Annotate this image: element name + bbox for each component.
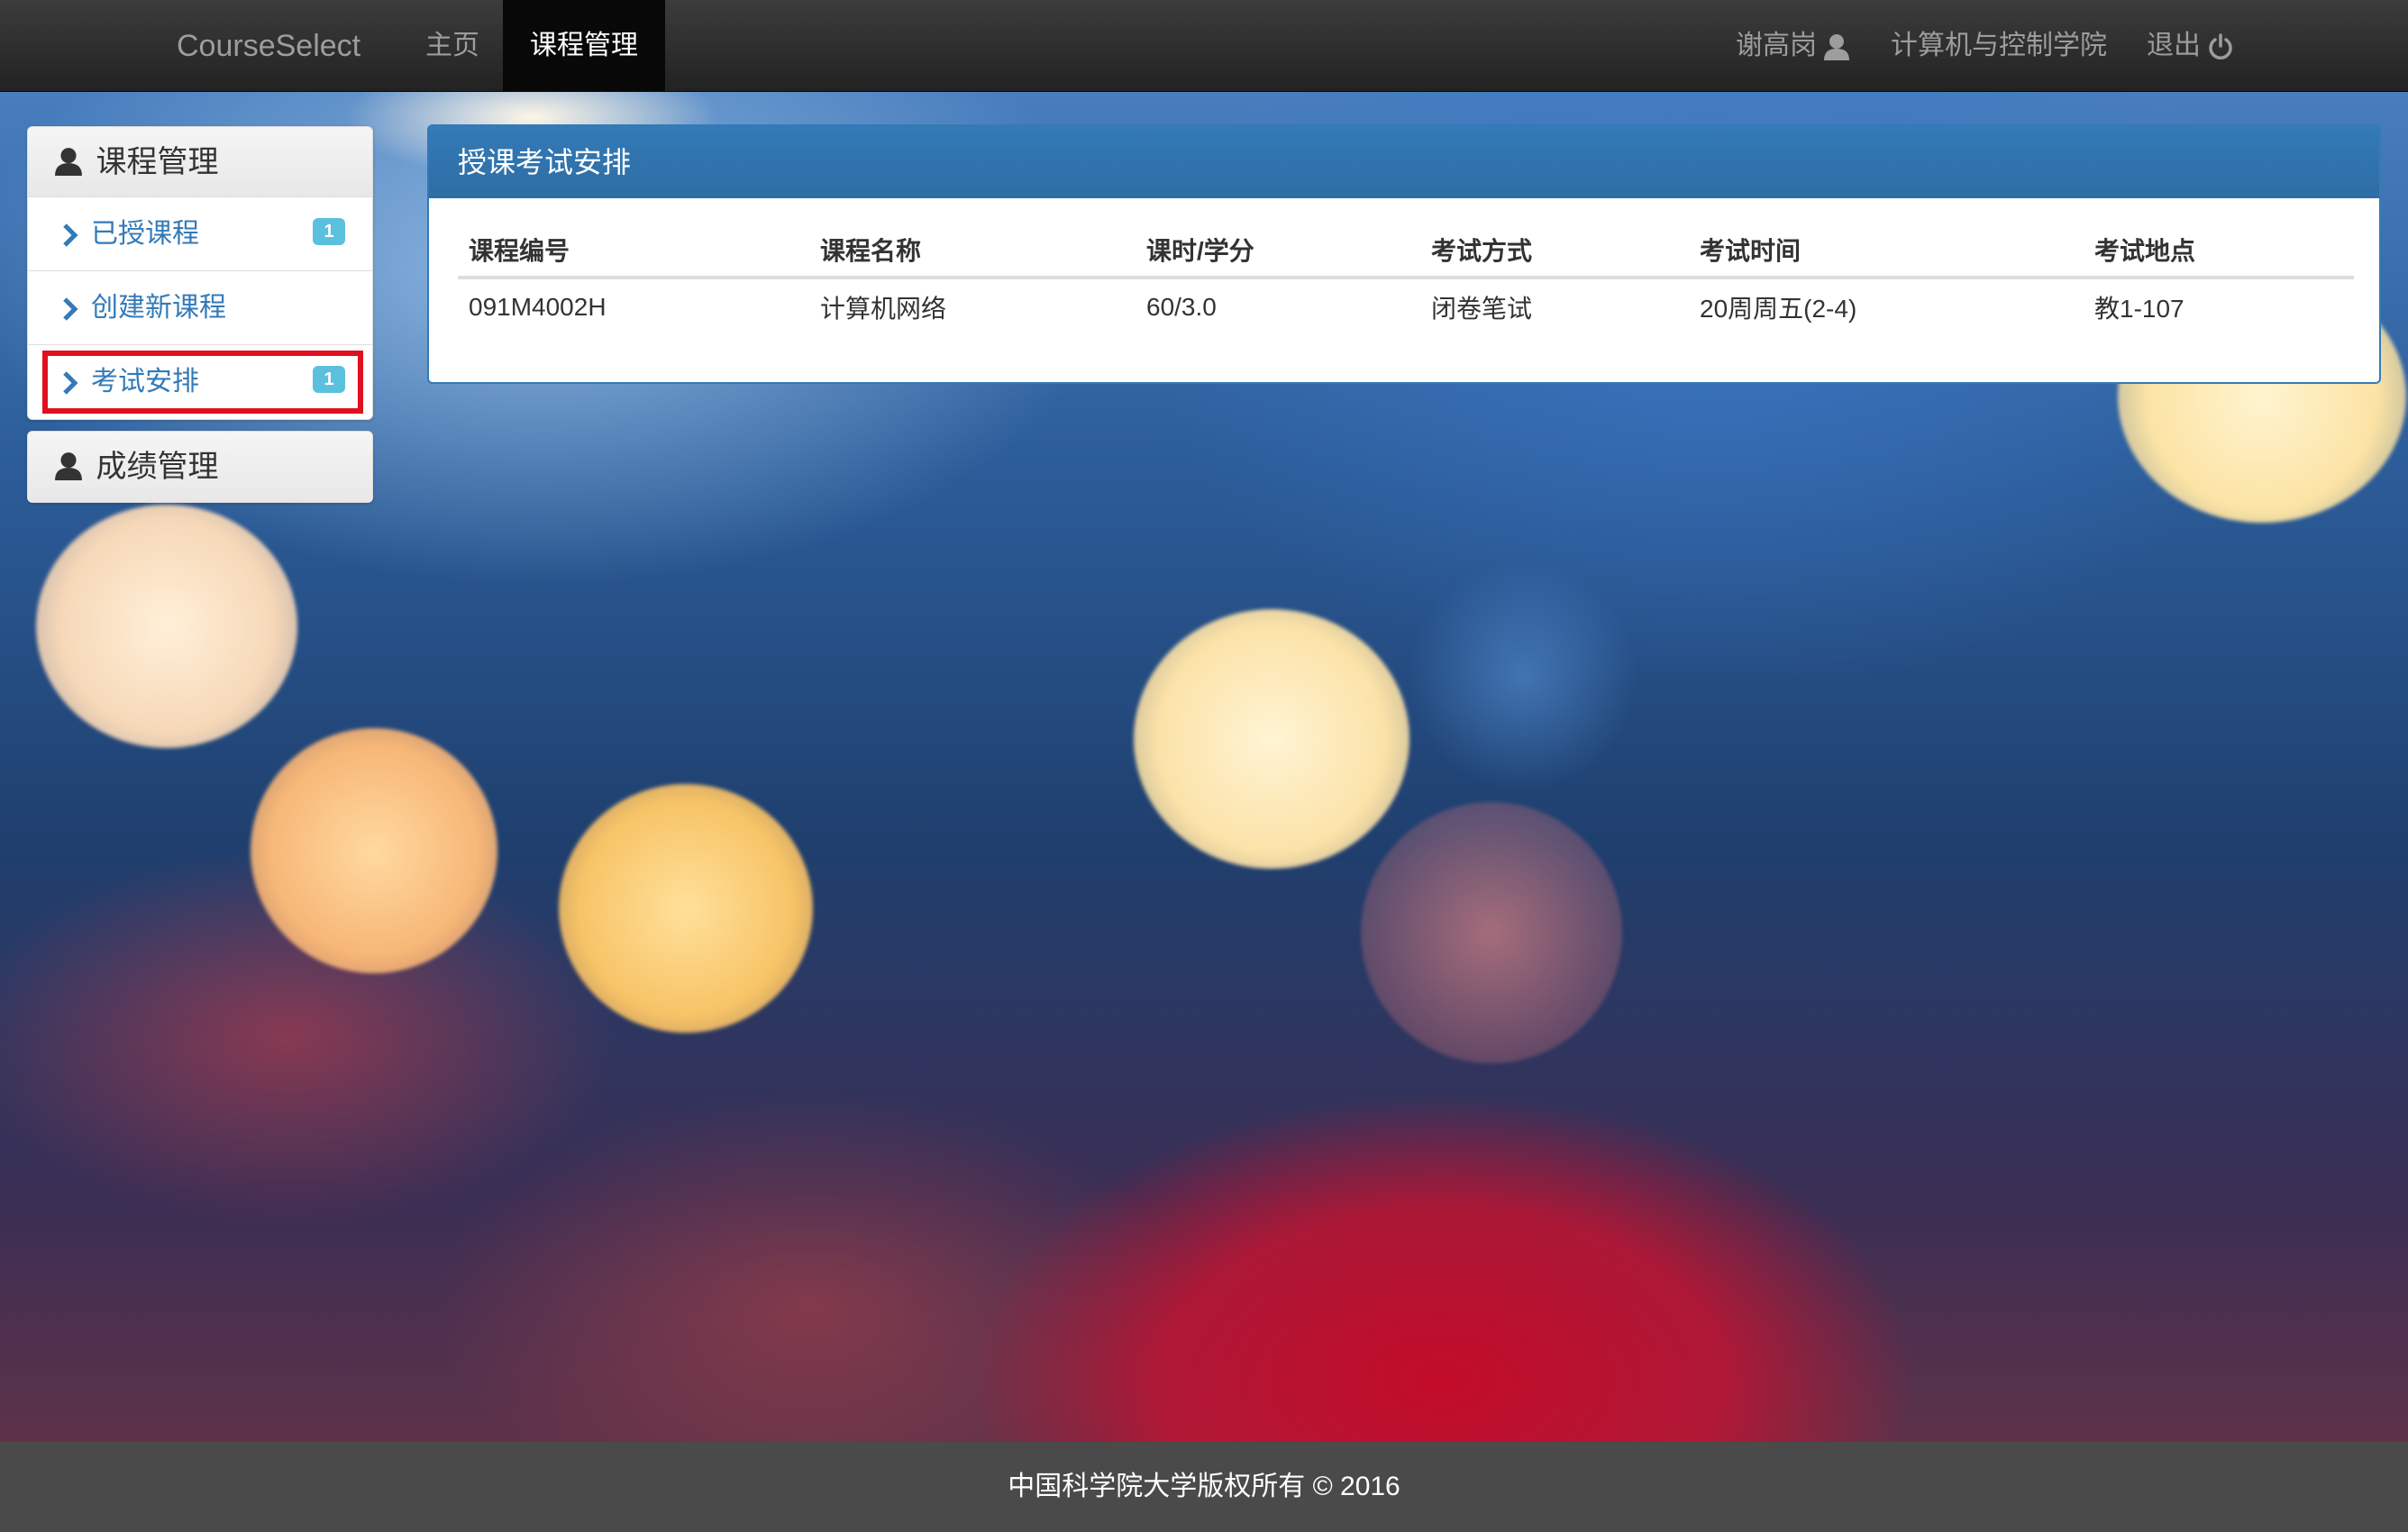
nav-home[interactable]: 主页: [398, 0, 506, 92]
sidebar-item-label: 创建新课程: [91, 293, 226, 323]
course-name-cell: 计算机网络: [809, 277, 1136, 335]
user-icon: [55, 452, 82, 481]
exam-method-cell: 闭卷笔试: [1420, 277, 1689, 335]
exam-schedule-table: 课程编号 课程名称 课时/学分 考试方式 考试时间 考试地点 091M4002H…: [458, 223, 2354, 335]
top-navbar: CourseSelect 主页 课程管理 谢高岗 计算机与控制学院 退出: [0, 0, 2408, 92]
bokeh-light: [1134, 609, 1409, 869]
grade-management-header[interactable]: 成绩管理: [28, 432, 372, 502]
sidebar-item-label: 已授课程: [91, 219, 199, 249]
bokeh-light: [251, 728, 497, 973]
panel-title: 授课考试安排: [429, 126, 2379, 198]
power-icon: [2209, 33, 2233, 59]
chevron-right-icon: [63, 297, 78, 321]
logout-link[interactable]: 退出: [2147, 0, 2233, 92]
table-row: 091M4002H 计算机网络 60/3.0 闭卷笔试 20周周五(2-4) 教…: [458, 277, 2354, 335]
chevron-right-icon: [63, 223, 78, 247]
logout-label: 退出: [2147, 31, 2201, 60]
user-icon: [1824, 34, 1850, 61]
sidebar-item-exam-schedule[interactable]: 考试安排 1: [28, 345, 372, 419]
hours-credits-cell: 60/3.0: [1136, 277, 1420, 335]
bokeh-light: [1361, 802, 1622, 1063]
college-link[interactable]: 计算机与控制学院: [1891, 0, 2107, 92]
column-header: 课程名称: [809, 223, 1136, 279]
exam-location-cell: 教1-107: [2084, 277, 2354, 335]
course-code-cell: 091M4002H: [458, 277, 809, 335]
sidebar-item-create-course[interactable]: 创建新课程: [28, 271, 372, 345]
course-management-panel: 课程管理 已授课程 1 创建新课程 考试安排 1: [27, 126, 373, 420]
column-header: 考试时间: [1689, 223, 2084, 279]
table-header-row: 课程编号 课程名称 课时/学分 考试方式 考试时间 考试地点: [458, 223, 2354, 279]
column-header: 考试方式: [1420, 223, 1689, 279]
user-icon: [55, 148, 82, 177]
bokeh-light: [36, 505, 297, 748]
count-badge: 1: [313, 218, 345, 245]
user-menu[interactable]: 谢高岗: [1736, 0, 1850, 92]
exam-time-cell: 20周周五(2-4): [1689, 277, 2084, 335]
count-badge: 1: [313, 366, 345, 393]
grade-management-title: 成绩管理: [96, 450, 219, 484]
course-management-header[interactable]: 课程管理: [28, 127, 372, 197]
bokeh-light: [559, 784, 813, 1033]
sidebar-item-taught-courses[interactable]: 已授课程 1: [28, 197, 372, 271]
nav-course-management[interactable]: 课程管理: [503, 0, 665, 92]
grade-management-panel: 成绩管理: [27, 431, 373, 503]
footer: 中国科学院大学版权所有 © 2016: [0, 1442, 2408, 1532]
course-management-title: 课程管理: [96, 145, 219, 179]
column-header: 课程编号: [458, 223, 809, 279]
column-header: 考试地点: [2084, 223, 2354, 279]
column-header: 课时/学分: [1136, 223, 1420, 279]
exam-schedule-panel: 授课考试安排 课程编号 课程名称 课时/学分 考试方式 考试时间 考试地点 09…: [427, 124, 2381, 384]
bokeh-light: [1406, 559, 1640, 793]
brand-link[interactable]: CourseSelect: [177, 0, 360, 92]
user-name: 谢高岗: [1736, 31, 1817, 60]
